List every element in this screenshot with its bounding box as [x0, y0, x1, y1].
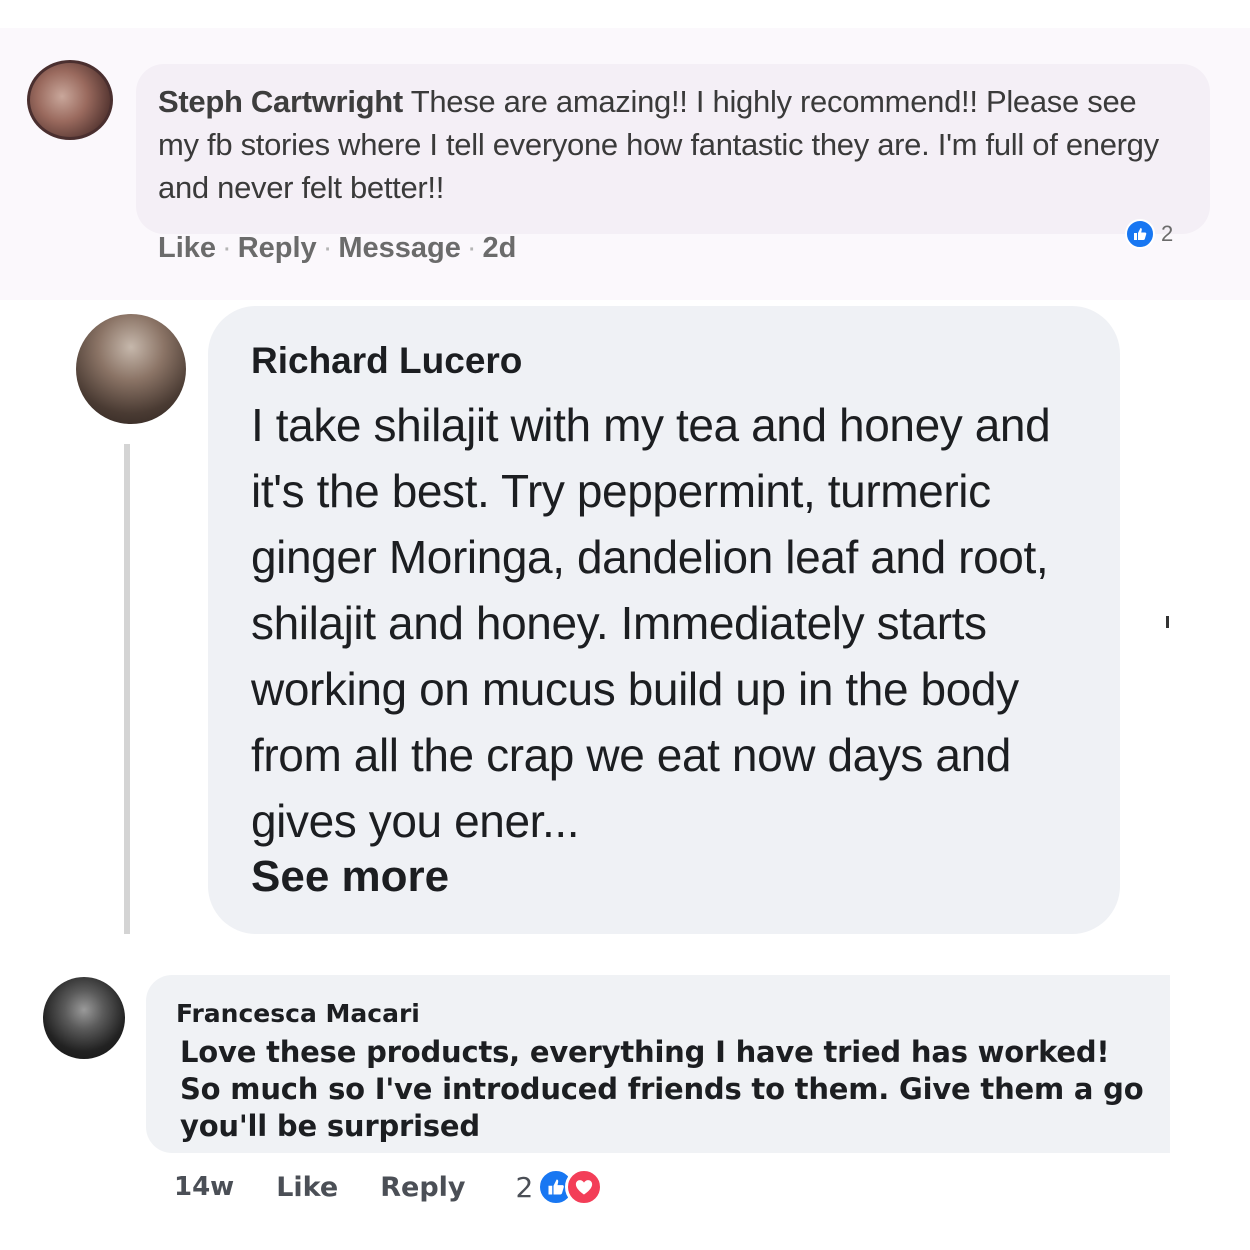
separator: ·: [322, 232, 333, 264]
like-button[interactable]: Like: [276, 1172, 338, 1203]
separator: ·: [222, 232, 232, 264]
thread-line: [124, 444, 130, 934]
comment-timestamp[interactable]: 2d: [483, 232, 517, 264]
like-icon: [1125, 219, 1155, 249]
scroll-indicator: [1166, 616, 1169, 628]
like-button[interactable]: Like: [158, 232, 216, 264]
avatar[interactable]: [43, 977, 125, 1059]
comment-actions: Like · Reply · Message · 2d: [158, 232, 516, 265]
comment-author[interactable]: Steph Cartwright: [158, 84, 403, 119]
avatar[interactable]: [27, 60, 113, 140]
comment-text: I take shilajit with my tea and honey an…: [251, 399, 1051, 847]
reaction-summary[interactable]: [537, 1168, 604, 1206]
reaction-summary[interactable]: 2: [1125, 218, 1173, 250]
reaction-count: 2: [1161, 221, 1174, 246]
comment-thread-screenshot: Steph Cartwright These are amazing!! I h…: [0, 0, 1250, 1250]
comment-author[interactable]: Francesca Macari: [176, 999, 420, 1028]
reply-button[interactable]: Reply: [238, 232, 317, 264]
message-button[interactable]: Message: [338, 232, 461, 264]
comment-timestamp[interactable]: 14w: [174, 1172, 234, 1202]
comment-text: Love these products, everything I have t…: [180, 1035, 1144, 1143]
see-more-link[interactable]: See more: [251, 852, 449, 902]
comment-actions: 14w Like Reply 2: [174, 1168, 604, 1206]
reaction-count[interactable]: 2: [516, 1171, 534, 1204]
comment-body: Steph Cartwright These are amazing!! I h…: [158, 80, 1168, 209]
comment-author[interactable]: Richard Lucero: [251, 340, 522, 382]
separator: ·: [466, 232, 477, 264]
reply-button[interactable]: Reply: [380, 1172, 465, 1203]
avatar[interactable]: [76, 314, 186, 424]
love-icon: [565, 1168, 604, 1206]
